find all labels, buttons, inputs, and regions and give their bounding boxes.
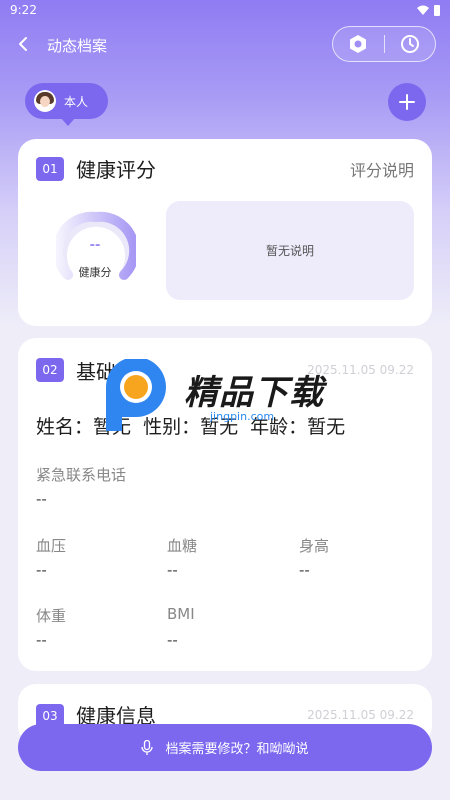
basic-info-line: 姓名：暂无 性别：暂无 年龄：暂无 bbox=[36, 412, 351, 439]
battery-icon bbox=[434, 4, 440, 16]
name-value: 暂无 bbox=[93, 416, 132, 438]
microphone-icon bbox=[141, 739, 154, 755]
age-label: 年龄： bbox=[250, 416, 308, 438]
height-label: 身高 bbox=[299, 537, 330, 555]
score-explanation-box: 暂无说明 bbox=[166, 201, 414, 300]
add-person-button[interactable] bbox=[388, 83, 426, 121]
clock-icon bbox=[400, 35, 419, 53]
bmi-label: BMI bbox=[167, 605, 195, 623]
person-label: 本人 bbox=[64, 94, 89, 109]
health-score-card: 01 健康评分 评分说明 -- 健康分 暂无说明 bbox=[18, 139, 432, 326]
basic-profile-card: 02 基础档案 2025.11.05 09.22 姓名：暂无 性别：暂无 年龄：… bbox=[18, 338, 432, 671]
update-time: 2025.11.05 09.22 bbox=[307, 708, 414, 722]
weight-value: -- bbox=[36, 631, 47, 649]
voice-edit-label: 档案需要修改？和呦呦说 bbox=[165, 742, 309, 757]
emergency-label: 紧急联系电话 bbox=[36, 466, 127, 484]
section-title: 健康评分 bbox=[76, 158, 156, 182]
bmi-value: -- bbox=[167, 631, 178, 649]
gender-label: 性别： bbox=[143, 416, 201, 438]
status-bar: 9:22 bbox=[0, 0, 450, 20]
nav-actions bbox=[332, 26, 436, 62]
history-button[interactable] bbox=[384, 27, 435, 61]
score-value: -- bbox=[89, 238, 101, 253]
score-label: 健康分 bbox=[78, 266, 112, 279]
score-explanation-link[interactable]: 评分说明 bbox=[350, 157, 414, 181]
height-value: -- bbox=[299, 561, 310, 579]
back-arrow-icon[interactable] bbox=[14, 34, 34, 54]
person-selector[interactable]: 本人 bbox=[25, 83, 108, 126]
section-number: 02 bbox=[36, 358, 64, 382]
wifi-icon bbox=[417, 5, 429, 15]
age-value: 暂无 bbox=[307, 416, 346, 438]
explanation-text: 暂无说明 bbox=[265, 244, 314, 258]
gender-value: 暂无 bbox=[200, 416, 239, 438]
plus-icon bbox=[399, 94, 415, 110]
blood-sugar-label: 血糖 bbox=[167, 537, 198, 555]
hexagon-settings-icon bbox=[350, 35, 367, 53]
name-field: 姓名：暂无 bbox=[36, 416, 131, 438]
weight-label: 体重 bbox=[36, 607, 67, 625]
blood-pressure-value: -- bbox=[36, 561, 47, 579]
gender-field: 性别：暂无 bbox=[143, 416, 238, 438]
emergency-value: -- bbox=[36, 490, 47, 508]
page-title: 动态档案 bbox=[47, 37, 108, 55]
voice-edit-button[interactable]: 档案需要修改？和呦呦说 bbox=[18, 724, 432, 771]
avatar bbox=[34, 90, 56, 112]
update-time: 2025.11.05 09.22 bbox=[307, 363, 414, 377]
age-field: 年龄：暂无 bbox=[250, 416, 345, 438]
section-number: 01 bbox=[36, 157, 64, 181]
name-label: 姓名： bbox=[36, 416, 94, 438]
status-time: 9:22 bbox=[10, 3, 37, 17]
section-title: 基础档案 bbox=[76, 360, 156, 384]
blood-pressure-label: 血压 bbox=[36, 537, 67, 555]
nav-bar: 动态档案 bbox=[0, 26, 450, 62]
settings-button[interactable] bbox=[333, 27, 384, 61]
blood-sugar-value: -- bbox=[167, 561, 178, 579]
status-icons bbox=[417, 4, 440, 16]
